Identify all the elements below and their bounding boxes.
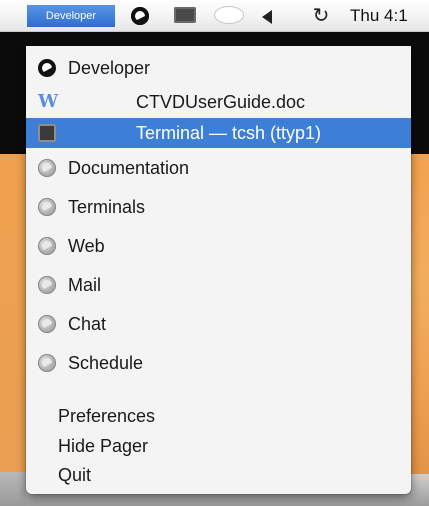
menu-item-label: Preferences — [58, 406, 156, 426]
menu-item-chat[interactable]: Chat — [26, 309, 411, 339]
menu-item-label: Documentation — [68, 158, 190, 178]
sync-icon[interactable]: ↻ — [311, 6, 331, 26]
menu-item-label: Hide Pager — [58, 436, 149, 456]
menu-bar: Developer ↻ Thu 4:1 — [0, 0, 429, 32]
menu-item-word-document[interactable]: W CTVDUserGuide.doc — [26, 87, 411, 117]
pager-dropdown-menu: Developer W CTVDUserGuide.doc Terminal —… — [26, 46, 411, 494]
terminal-icon — [38, 124, 56, 142]
bubble-icon[interactable] — [214, 6, 244, 24]
pager-menu-title[interactable]: Developer — [27, 5, 115, 27]
menu-item-schedule[interactable]: Schedule — [26, 348, 411, 378]
menu-item-label: Chat — [68, 314, 107, 334]
menu-item-label: Quit — [58, 465, 92, 485]
menu-item-label: CTVDUserGuide.doc — [136, 92, 306, 112]
menu-item-documentation[interactable]: Documentation — [26, 153, 411, 183]
desktop-left-edge — [0, 32, 26, 506]
menu-item-label: Schedule — [68, 353, 144, 373]
menu-item-hide-pager[interactable]: Hide Pager — [26, 431, 411, 461]
menu-item-label: Mail — [68, 275, 102, 295]
menu-item-terminals[interactable]: Terminals — [26, 192, 411, 222]
menu-header-developer[interactable]: Developer — [26, 53, 411, 83]
desktop-icon — [38, 276, 56, 294]
menu-item-label: Terminal — tcsh (ttyp1) — [136, 123, 322, 143]
pager-icon — [38, 59, 56, 77]
menu-header-label: Developer — [68, 58, 151, 78]
menu-item-terminal-window[interactable]: Terminal — tcsh (ttyp1) — [26, 118, 411, 148]
volume-icon[interactable] — [262, 10, 272, 24]
desktop-icon — [38, 198, 56, 216]
menu-item-label: Web — [68, 236, 105, 256]
menu-item-label: Terminals — [68, 197, 146, 217]
pager-icon[interactable] — [131, 7, 149, 25]
menubar-clock[interactable]: Thu 4:1 — [350, 6, 429, 26]
word-doc-icon: W — [38, 91, 59, 112]
menu-item-mail[interactable]: Mail — [26, 270, 411, 300]
menu-item-web[interactable]: Web — [26, 231, 411, 261]
screen-icon[interactable] — [174, 7, 196, 23]
menu-item-preferences[interactable]: Preferences — [26, 401, 411, 431]
menu-item-quit[interactable]: Quit — [26, 460, 411, 490]
desktop-icon — [38, 159, 56, 177]
desktop-icon — [38, 354, 56, 372]
desktop-icon — [38, 315, 56, 333]
desktop-icon — [38, 237, 56, 255]
